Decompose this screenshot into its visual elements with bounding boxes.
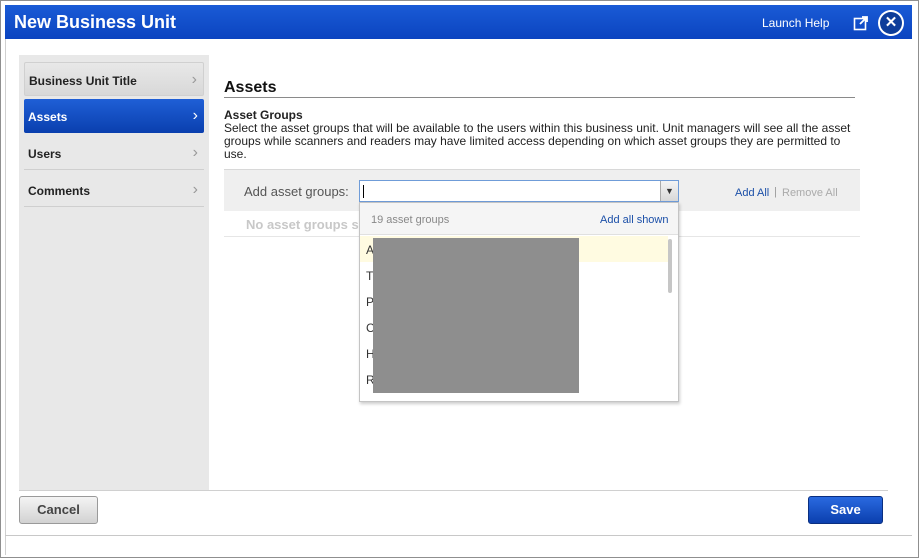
sidebar-item-label: Business Unit Title [29, 74, 137, 88]
divider [5, 39, 6, 555]
sidebar-item-business-unit-title[interactable]: Business Unit Title › [24, 62, 204, 96]
close-button[interactable]: ✕ [878, 10, 904, 36]
asset-group-count: 19 asset groups [371, 214, 450, 226]
sidebar-item-assets[interactable]: Assets › [24, 99, 204, 133]
chevron-right-icon: › [192, 181, 198, 198]
divider [19, 490, 888, 491]
link-separator: | [774, 186, 777, 198]
divider [224, 97, 855, 98]
section-title: Asset Groups [224, 108, 303, 122]
chevron-right-icon: › [192, 107, 198, 124]
chevron-right-icon: › [191, 71, 197, 88]
dropdown-header: 19 asset groups Add all shown [360, 203, 678, 235]
sidebar-item-label: Assets [28, 110, 68, 124]
dialog-window: New Business Unit Launch Help ✕ Business… [0, 0, 919, 558]
dropdown-scrollbar[interactable] [668, 239, 672, 293]
list-item-label: R [366, 399, 375, 401]
text-caret [363, 185, 364, 198]
sidebar-item-label: Users [28, 147, 62, 161]
save-button[interactable]: Save [808, 496, 883, 524]
redacted-region [373, 238, 579, 393]
chevron-down-icon[interactable]: ▼ [660, 181, 678, 201]
add-asset-groups-label: Add asset groups: [244, 184, 349, 199]
list-item[interactable]: R [360, 392, 668, 401]
title-bar: New Business Unit Launch Help ✕ [5, 5, 912, 39]
asset-groups-dropdown: 19 asset groups Add all shown A T P C H … [359, 202, 679, 402]
launch-help-link[interactable]: Launch Help [762, 16, 829, 30]
add-all-shown-link[interactable]: Add all shown [600, 214, 669, 226]
asset-groups-combobox[interactable]: ▼ [359, 180, 679, 202]
close-icon: ✕ [880, 12, 902, 34]
sidebar-item-comments[interactable]: Comments › [24, 173, 204, 207]
page-title: Assets [224, 79, 277, 96]
cancel-button[interactable]: Cancel [19, 496, 98, 524]
popout-icon[interactable] [853, 15, 869, 31]
divider [5, 535, 912, 536]
empty-message: No asset groups s [246, 217, 359, 232]
chevron-right-icon: › [192, 144, 198, 161]
sidebar-item-users[interactable]: Users › [24, 136, 204, 170]
add-all-link[interactable]: Add All [735, 187, 769, 199]
sidebar: Business Unit Title › Assets › Users › C… [19, 55, 209, 490]
section-description: Select the asset groups that will be ava… [224, 121, 851, 161]
dialog-title: New Business Unit [14, 12, 177, 32]
remove-all-link[interactable]: Remove All [782, 187, 838, 199]
sidebar-item-label: Comments [28, 184, 91, 198]
